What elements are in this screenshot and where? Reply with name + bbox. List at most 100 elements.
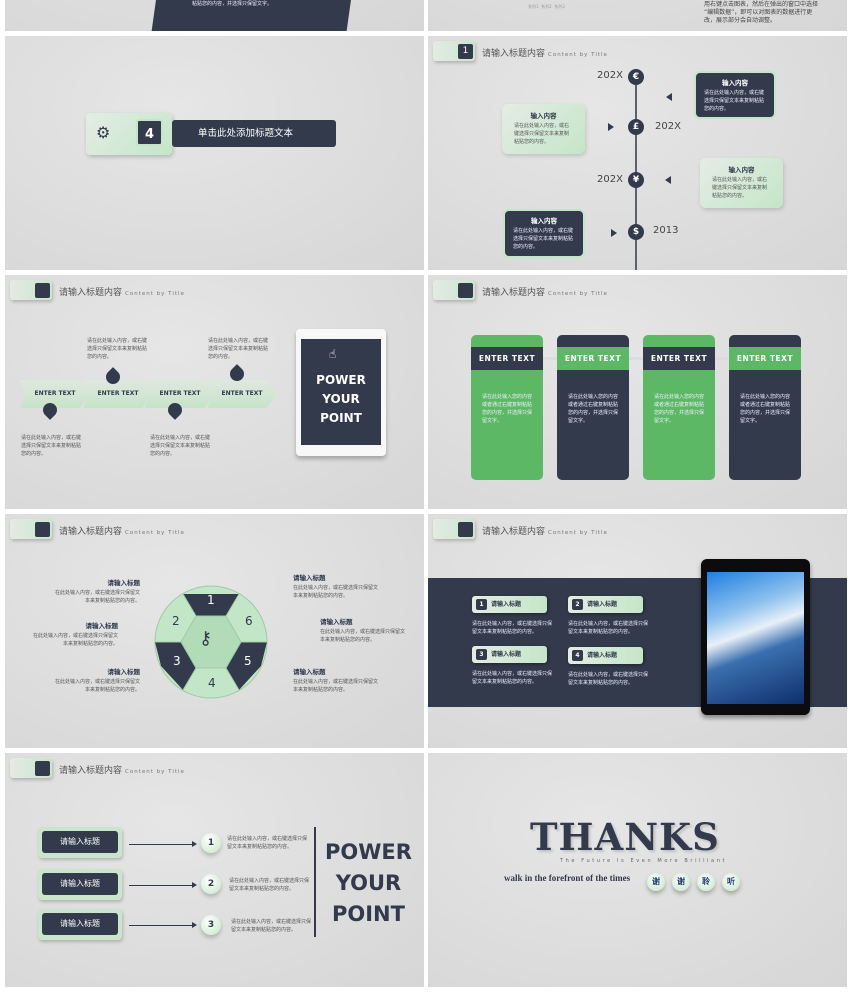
slide-title: 请输入标题内容 Content by Title (59, 285, 185, 298)
block-text: 在此处输入内容，或右键选择只保留文本来复制粘贴您的内容。 (55, 679, 141, 693)
process-step: ENTER TEXT (83, 380, 153, 408)
slide-partial-right[interactable]: 系列1 系列2 系列3 用右键点击图表，然后在弹出的窗口中选择 “编辑数据”，即… (428, 0, 847, 31)
text-block: 请输入标题在此处输入内容，或右键选择只保留文本来复制粘贴您的内容。 (55, 666, 140, 694)
tablet: ☝ POWER YOUR POINT (296, 329, 386, 456)
timeline-box: 输入内容 请在此处输入内容，或右键选择只保留文本来复制粘贴您的内容。 (694, 71, 776, 119)
slide-process[interactable]: 请输入标题内容 Content by Title ENTER TEXT ENTER… (5, 275, 424, 509)
item-title: 请输入标题 (491, 601, 522, 608)
arrow-right-icon (129, 882, 197, 888)
note-line: 改，展示部分会自动调整。 (704, 17, 777, 24)
card: ENTER TEXT 请在此处输入您的内容或者通过右键复制粘贴您的内容，并选择只保… (471, 335, 543, 480)
header-square (35, 283, 50, 298)
item-pill: 3 请输入标题 (472, 646, 547, 663)
button-label: 请输入标题 (42, 873, 118, 895)
text-block: 请输入标题 在此处输入内容，或右键选择只保留文本来复制粘贴您的内容。 (33, 620, 118, 648)
title-sub: Content by Title (125, 530, 185, 536)
year-label: 202X (597, 174, 623, 185)
step-text: 请在此处输入内容，或右键选择只保留文本来复制粘贴您的内容。 (21, 435, 82, 457)
slide-cards[interactable]: 请输入标题内容 Content by Title ENTER TEXT 请在此处输入… (428, 275, 847, 509)
item-title: 请输入标题 (587, 601, 618, 608)
item-title: 请输入标题 (491, 651, 522, 658)
divider (314, 827, 316, 937)
step-text: 请在此处输入内容，或右键选择只保留文本来复制粘贴您的内容。 (231, 919, 312, 933)
chart-note: 用右键点击图表，然后在弹出的窗口中选择 “编辑数据”，即可以对图表的数据进行更 … (704, 1, 818, 25)
slide-band[interactable]: 请输入标题内容 Content by Title 1 请输入标题 2 请输入标题 3请… (428, 514, 847, 748)
button-label: 请输入标题 (42, 831, 118, 853)
dollar-icon: $ (628, 224, 644, 240)
title-sub: Content by Title (125, 291, 185, 297)
tablet-screen: ☝ POWER YOUR POINT (301, 339, 381, 445)
slide-section[interactable]: ⚙ 4 单击此处添加标题文本 (5, 36, 424, 270)
year-label: 2013 (653, 225, 679, 236)
arrow-right-icon (129, 922, 197, 928)
euro-icon: € (628, 69, 644, 85)
card-label: ENTER TEXT (471, 347, 543, 370)
pound-icon: £ (628, 119, 644, 135)
slide-partial-left[interactable]: 粘贴您的内容，并选择只保留文字。 (5, 0, 424, 31)
item-number: 2 (572, 599, 583, 610)
block-text: 在此处输入内容，或右键选择只保留文本来复制粘贴您的内容。 (293, 679, 379, 693)
box-title: 输入内容 (530, 112, 557, 120)
item-title: 请输入标题 (587, 652, 618, 659)
big-line: POINT (331, 902, 405, 926)
gears-icon: ⚙ (96, 123, 111, 142)
card-label: ENTER TEXT (557, 347, 629, 370)
block-title: 请输入标题 (293, 668, 326, 676)
motto: walk in the forefront of the times (504, 873, 631, 883)
slide-title: 请输入标题内容 Content by Title (59, 524, 185, 537)
legend-item: 系列3 (554, 4, 565, 9)
block-title: 请输入标题 (107, 668, 141, 676)
box-title: 输入内容 (531, 217, 557, 225)
card-label: ENTER TEXT (729, 347, 801, 370)
tablet (701, 559, 810, 715)
header-square (458, 283, 473, 298)
char-bubble: 谢 (672, 873, 690, 891)
text-block: 请输入标题 在此处输入内容，或右键选择只保留文本来复制粘贴您的内容。 (293, 572, 378, 600)
item-number: 3 (476, 649, 487, 660)
item-text: 请在此处输入内容，或右键选择只保留文本来复制粘贴您的内容。 (568, 672, 649, 686)
item-pill: 4 请输入标题 (568, 647, 643, 664)
card-label: ENTER TEXT (643, 347, 715, 370)
text-block: 请输入标题在此处输入内容，或右键选择只保留文本来复制粘贴您的内容。 (293, 666, 378, 694)
slide-wheel[interactable]: 请输入标题内容 Content by Title ⚷ 1 2 3 4 5 6 请输… (5, 514, 424, 748)
slide-timeline[interactable]: 1 请输入标题内容 Content by Title € £ ¥ $ 202X 2… (428, 36, 847, 270)
process-step: ENTER TEXT (145, 380, 215, 408)
segment-number: 3 (173, 654, 181, 668)
tagline: The Future Is Even More Brilliant (560, 858, 728, 864)
text-block: 请输入标题 在此处输入内容，或右键选择只保留文本来复制粘贴您的内容。 (55, 577, 140, 605)
tablet-line: YOUR (322, 392, 360, 406)
slide-title: 请输入标题内容 Content by Title (482, 285, 608, 298)
tablet-line: POINT (320, 411, 362, 425)
timeline-box: 输入内容 请在此处输入内容，或右键选择只保留文本来复制粘贴您的内容。 (700, 158, 783, 208)
box-text: 请在此处输入内容，或右键选择只保留文本来复制粘贴您的内容。 (704, 90, 765, 112)
slide-title: 请输入标题内容 Content by Title (59, 763, 185, 776)
card: ENTER TEXT 请在此处输入您的内容或者通过右键复制粘贴您的内容，并选择只保… (557, 335, 629, 480)
card-text: 请在此处输入您的内容或者通过右键复制粘贴您的内容，并选择只保留文字。 (482, 394, 533, 424)
title-sub: Content by Title (125, 769, 185, 775)
chart-legend: 系列1 系列2 系列3 (528, 3, 565, 11)
slide-thanks[interactable]: THANKS The Future Is Even More Brilliant… (428, 753, 847, 987)
touch-hand-icon: ☝ (329, 347, 337, 361)
box-text: 请在此处输入内容，或右键选择只保留文本来复制粘贴您的内容。 (513, 228, 574, 250)
title-text: 请输入标题内容 (482, 527, 546, 537)
char-bubble: 谢 (647, 873, 665, 891)
title-sub: Content by Title (548, 291, 608, 297)
yen-icon: ¥ (628, 172, 644, 188)
title-text: 请输入标题内容 (59, 766, 123, 776)
arrow-left-icon (665, 176, 671, 184)
process-step: ENTER TEXT (20, 380, 90, 408)
box-title: 输入内容 (728, 166, 755, 174)
box-title: 输入内容 (722, 79, 748, 87)
section-title[interactable]: 单击此处添加标题文本 (172, 120, 336, 147)
legend-item: 系列1 (528, 4, 539, 9)
step-number: 2 (201, 874, 221, 894)
step-text: 请在此处输入内容，或右键选择只保留文本来复制粘贴您的内容。 (229, 878, 310, 892)
title-button[interactable]: 请输入标题 (38, 909, 122, 940)
step-number: 3 (201, 915, 221, 935)
title-text: 请输入标题内容 (482, 49, 546, 59)
title-button[interactable]: 请输入标题 (38, 869, 122, 900)
header-square (35, 522, 50, 537)
item-number: 4 (572, 650, 583, 661)
title-button[interactable]: 请输入标题 (38, 827, 122, 858)
slide-list[interactable]: 请输入标题内容 Content by Title 请输入标题 请输入标题 请输入标… (5, 753, 424, 987)
